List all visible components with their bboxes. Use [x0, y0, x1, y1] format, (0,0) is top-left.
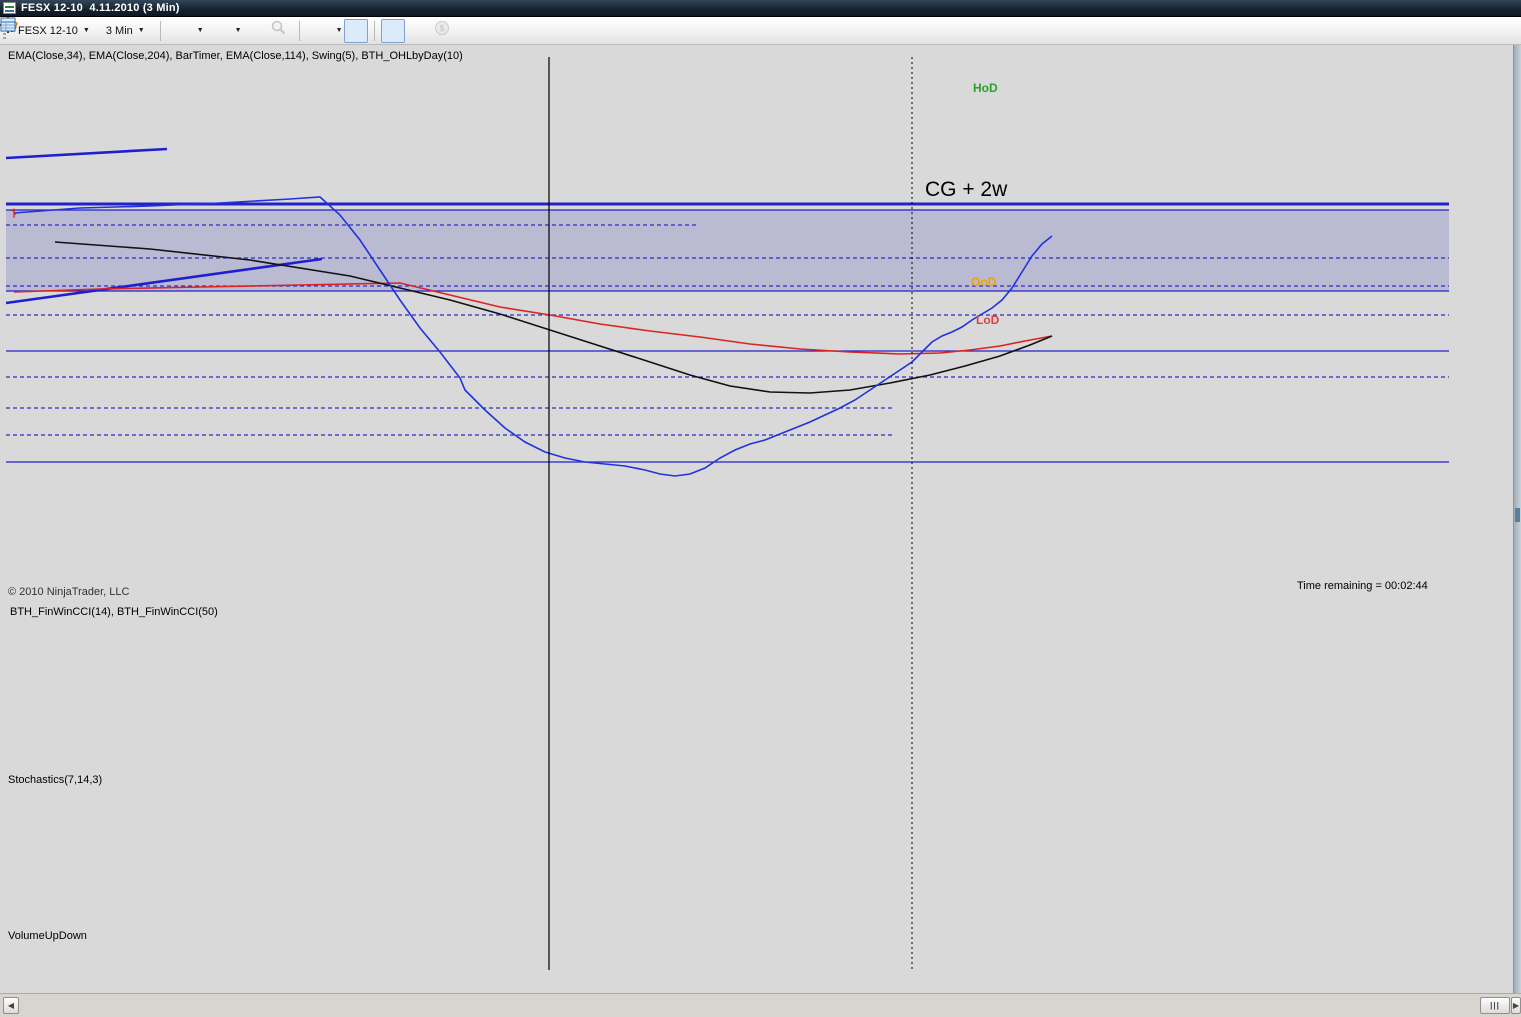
scroll-left-button[interactable]: ◀ [3, 997, 19, 1014]
scroll-grip[interactable]: ||| [1480, 997, 1510, 1014]
scroll-right-button[interactable]: ▶ [1511, 997, 1521, 1014]
ninjatrader-chart-window: FESX 12-10 4.11.2010 (3 Min) FESX 12-10 … [0, 0, 1521, 1017]
window-right-edge [1513, 45, 1521, 993]
horizontal-scrollbar[interactable]: ◀ ||| ▶ [0, 993, 1521, 1017]
chart-canvas[interactable] [0, 0, 1521, 1017]
